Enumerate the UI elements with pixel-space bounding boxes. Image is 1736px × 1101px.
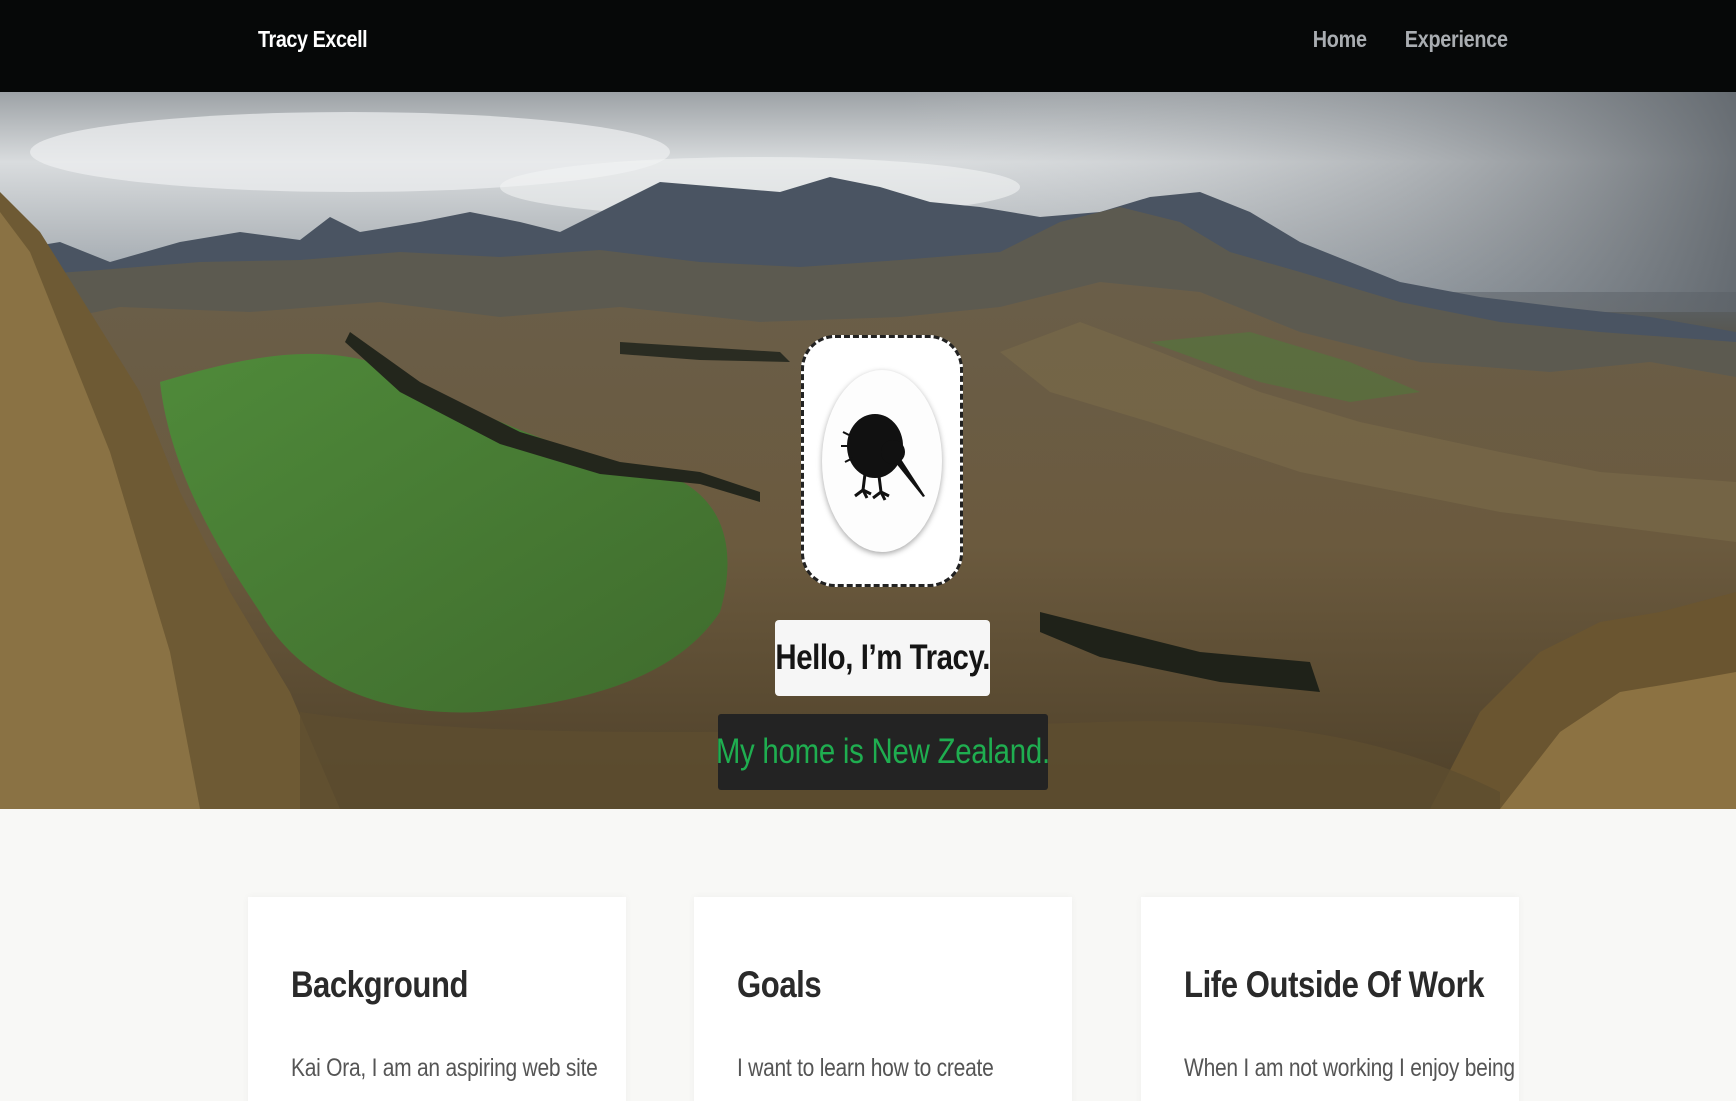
nav-links: Home Experience <box>1304 26 1508 53</box>
card-life-outside-work: Life Outside Of Work When I am not worki… <box>1141 897 1519 1101</box>
brand-link[interactable]: Tracy Excell <box>258 26 368 53</box>
card-text: When I am not working I enjoy being <box>1184 1054 1515 1082</box>
greeting-text: Hello, I’m Tracy. <box>775 638 990 677</box>
card-text: I want to learn how to create <box>737 1054 994 1082</box>
hero-banner: Hello, I’m Tracy. My home is New Zealand… <box>0 92 1736 809</box>
greeting-box: Hello, I’m Tracy. <box>775 620 990 696</box>
top-navbar: Tracy Excell Home Experience <box>0 0 1736 92</box>
card-background: Background Kai Ora, I am an aspiring web… <box>248 897 626 1101</box>
subtitle-box: My home is New Zealand. <box>715 714 1051 790</box>
card-title: Background <box>291 964 469 1005</box>
card-title: Goals <box>737 964 822 1005</box>
card-text: Kai Ora, I am an aspiring web site <box>291 1054 598 1082</box>
card-title: Life Outside Of Work <box>1184 964 1485 1005</box>
kiwi-bird-icon <box>841 414 925 501</box>
avatar <box>822 370 942 552</box>
avatar-frame <box>801 335 963 587</box>
card-goals: Goals I want to learn how to create <box>694 897 1072 1101</box>
subtitle-text: My home is New Zealand. <box>715 732 1051 771</box>
nav-link-experience[interactable]: Experience <box>1405 26 1508 53</box>
nav-link-home[interactable]: Home <box>1312 26 1366 53</box>
